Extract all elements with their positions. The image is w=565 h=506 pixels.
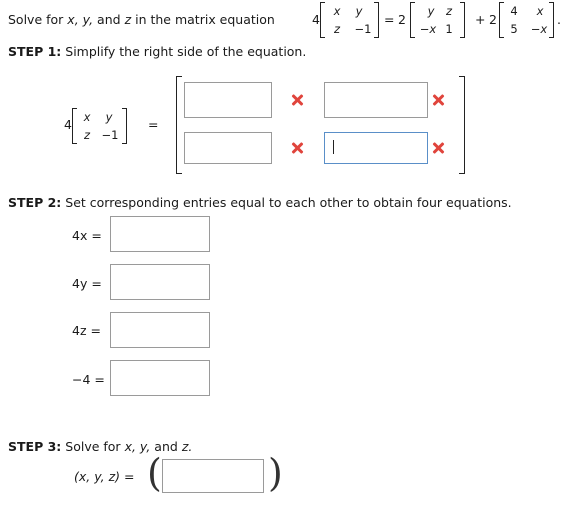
step2-label: STEP 2: [8, 195, 62, 210]
answer-cell-r2c1[interactable] [184, 132, 272, 164]
coef-mid: 2 [398, 12, 406, 27]
equation-input-1[interactable] [110, 216, 210, 252]
matrix-cell: −1 [354, 22, 372, 36]
step1-heading: STEP 1: Simplify the right side of the e… [8, 44, 306, 59]
right-paren: ) [268, 451, 283, 495]
period: . [557, 12, 561, 27]
answer-cell-r2c2[interactable] [324, 132, 428, 164]
answer-cell-r1c2[interactable] [324, 82, 428, 118]
step3-text-z: z. [181, 439, 193, 454]
matrix-cell: 4 [510, 4, 518, 18]
answer-matrix-right-bracket [459, 76, 465, 174]
equals-sign: = [384, 12, 395, 27]
incorrect-icon [291, 94, 303, 106]
equation-input-3[interactable] [110, 312, 210, 348]
equation-label-2: 4y = [72, 276, 102, 291]
matrix-cell: z [333, 22, 341, 36]
tuple-input[interactable] [162, 459, 264, 493]
step3-label: STEP 3: [8, 439, 62, 454]
text-cursor [333, 140, 334, 154]
left-bracket [410, 2, 415, 38]
answer-matrix-left-bracket [176, 76, 182, 174]
equation-input-4[interactable] [110, 360, 210, 396]
matrix-cell: x [536, 4, 544, 18]
step1-coef: 4 [64, 117, 72, 132]
step1-label: STEP 1: [8, 44, 62, 59]
tuple-label: (x, y, z) = [74, 469, 135, 484]
matrix-cell: −1 [101, 128, 119, 142]
var-x: x, [67, 12, 79, 27]
equation-label-3: 4z = [72, 323, 101, 338]
right-bracket [374, 2, 379, 38]
problem-prefix: Solve for [8, 12, 64, 27]
matrix-cell: z [445, 4, 453, 18]
left-bracket [320, 2, 325, 38]
matrix-cell: y [427, 4, 435, 18]
equation-input-2[interactable] [110, 264, 210, 300]
step3-text-prefix: Solve for [65, 439, 121, 454]
equation-label-4: −4 = [72, 372, 105, 387]
left-paren: ( [147, 451, 162, 495]
right-bracket [460, 2, 465, 38]
problem-lhs-matrix: x y z −1 [320, 0, 380, 40]
problem-statement: Solve for x, y, and z in the matrix equa… [8, 12, 275, 27]
matrix-cell: −x [419, 22, 437, 36]
step2-heading: STEP 2: Set corresponding entries equal … [8, 195, 512, 210]
right-bracket [549, 2, 554, 38]
matrix-cell: z [83, 128, 91, 142]
matrix-cell: 5 [510, 22, 518, 36]
var-y: y, [82, 12, 94, 27]
step1-text: Simplify the right side of the equation. [65, 44, 307, 59]
step2-text: Set corresponding entries equal to each … [65, 195, 512, 210]
equation-label-1: 4x = [72, 228, 102, 243]
incorrect-icon [432, 142, 444, 154]
and-text: and [97, 12, 121, 27]
matrix-cell: y [105, 110, 113, 124]
right-bracket [122, 108, 127, 144]
matrix-cell: −x [530, 22, 548, 36]
matrix-cell: x [333, 4, 341, 18]
left-bracket [72, 108, 77, 144]
problem-suffix: in the matrix equation [135, 12, 275, 27]
incorrect-icon [432, 94, 444, 106]
plus-sign: + [475, 12, 486, 27]
incorrect-icon [291, 142, 303, 154]
step1-lhs-matrix: x y z −1 [72, 106, 132, 146]
matrix-cell: 1 [445, 22, 453, 36]
coef-right: 2 [489, 12, 497, 27]
problem-mid-matrix: y z −x 1 [410, 0, 470, 40]
answer-cell-r1c1[interactable] [184, 82, 272, 118]
matrix-cell: y [355, 4, 363, 18]
matrix-cell: x [83, 110, 91, 124]
step1-equals: = [148, 117, 159, 132]
problem-right-matrix: 4 x 5 −x [499, 0, 559, 40]
step3-heading: STEP 3: Solve for x, y, and z. [8, 439, 192, 454]
coef-left: 4 [312, 12, 320, 27]
var-z: z [124, 12, 132, 27]
left-bracket [499, 2, 504, 38]
